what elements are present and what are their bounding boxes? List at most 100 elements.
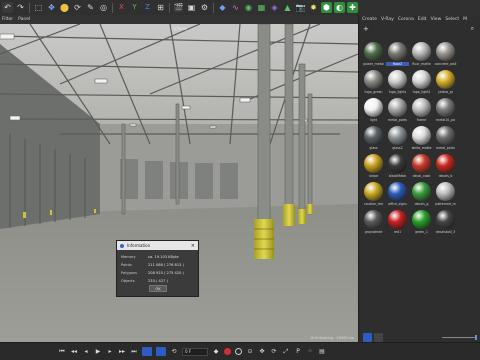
material-swatch[interactable]: red1 bbox=[386, 209, 409, 236]
next-key-icon[interactable]: ▸▸ bbox=[118, 348, 126, 356]
material-swatch[interactable]: fuga_lights bbox=[386, 69, 409, 96]
go-start-icon[interactable]: ⏮ bbox=[58, 348, 66, 356]
viewport[interactable]: Camera Grid Spacing : 10000 cm Informati… bbox=[0, 24, 358, 342]
next-frame-icon[interactable]: ▸ bbox=[106, 348, 114, 356]
ok-button[interactable]: OK bbox=[149, 285, 167, 292]
light-icon[interactable]: ✸ bbox=[308, 2, 319, 13]
menu-filter[interactable]: Filter bbox=[2, 17, 13, 22]
menu-vray[interactable]: V-Ray bbox=[381, 17, 394, 22]
menu-edit[interactable]: Edit bbox=[418, 17, 427, 22]
material-swatch[interactable]: grayadmet bbox=[362, 209, 385, 236]
material-swatch[interactable]: concrete_wall bbox=[434, 41, 457, 68]
material-swatch[interactable]: decalsball_3 bbox=[434, 209, 457, 236]
y-axis-icon[interactable]: Y bbox=[129, 2, 140, 13]
rotate-key-icon[interactable]: ⟳ bbox=[270, 348, 278, 356]
keyframe-icon[interactable]: ◆ bbox=[212, 348, 220, 356]
grid-view-icon[interactable] bbox=[363, 332, 372, 342]
go-end-icon[interactable]: ⏭ bbox=[130, 348, 138, 356]
param-key-icon[interactable]: P bbox=[294, 348, 302, 356]
fps-icon[interactable]: ⟲ bbox=[170, 348, 178, 356]
menu-create[interactable]: Create bbox=[362, 17, 377, 22]
timeline-icon[interactable]: ▤ bbox=[318, 348, 326, 356]
spline-icon[interactable]: ∿ bbox=[230, 2, 241, 13]
material-menu: Create V-Ray Corona Edit View Select M bbox=[359, 15, 480, 24]
material-swatch[interactable]: fluor_matte bbox=[410, 41, 433, 68]
menu-corona[interactable]: Corona bbox=[398, 17, 414, 22]
list-view-icon[interactable] bbox=[374, 332, 383, 342]
material-swatch[interactable]: frame bbox=[410, 97, 433, 124]
material-swatch[interactable]: patterned_m bbox=[434, 181, 457, 208]
prev-frame-icon[interactable]: ◂ bbox=[82, 348, 90, 356]
pen-icon[interactable]: ✎ bbox=[85, 2, 96, 13]
array-icon[interactable]: ▦ bbox=[256, 2, 267, 13]
menu-panel[interactable]: Panel bbox=[18, 17, 30, 22]
autokey-icon[interactable] bbox=[235, 348, 242, 355]
material-swatch[interactable]: fuga_light2 bbox=[410, 69, 433, 96]
material-swatch[interactable]: decals_b bbox=[434, 153, 457, 180]
prev-key-icon[interactable]: ◂◂ bbox=[70, 348, 78, 356]
scale-key-icon[interactable]: ⤢ bbox=[282, 348, 290, 356]
rotate-icon[interactable]: ⟳ bbox=[72, 2, 83, 13]
material-swatch[interactable]: light bbox=[362, 97, 385, 124]
x-axis-icon[interactable]: X bbox=[116, 2, 127, 13]
material-preview bbox=[436, 42, 455, 61]
render-icon[interactable]: 🎬 bbox=[173, 2, 184, 13]
record-icon[interactable] bbox=[224, 348, 231, 355]
point-key-icon[interactable]: ⁘ bbox=[306, 348, 314, 356]
environment-icon[interactable]: ▲ bbox=[282, 2, 293, 13]
cube-icon[interactable]: ◆ bbox=[217, 2, 228, 13]
coords-icon[interactable]: ⊞ bbox=[155, 2, 166, 13]
render-view-icon[interactable]: ▣ bbox=[186, 2, 197, 13]
material-swatch[interactable]: blackMetal bbox=[386, 153, 409, 180]
key-selection-icon[interactable]: ⊙ bbox=[246, 348, 254, 356]
material-swatch[interactable]: decal_cook bbox=[410, 153, 433, 180]
corona-icon[interactable]: ◐ bbox=[334, 2, 345, 13]
material-swatch[interactable]: glass2 bbox=[386, 125, 409, 152]
menu-view[interactable]: View bbox=[431, 17, 442, 22]
material-preview bbox=[436, 210, 455, 229]
vray-icon[interactable]: ✚ bbox=[347, 2, 358, 13]
info-row-memory: Memory ca. 19.103 KByte bbox=[117, 253, 198, 261]
material-swatch[interactable]: office_signs bbox=[386, 181, 409, 208]
move-icon[interactable]: ✥ bbox=[46, 2, 57, 13]
material-swatch[interactable]: metal_parts bbox=[434, 125, 457, 152]
menu-select[interactable]: Select bbox=[445, 17, 459, 22]
material-preview bbox=[388, 154, 407, 173]
play-icon[interactable]: ▶ bbox=[94, 348, 102, 356]
material-swatch[interactable]: glass bbox=[362, 125, 385, 152]
redo-icon[interactable]: ↷ bbox=[15, 2, 26, 13]
select-icon[interactable]: ⬚ bbox=[33, 2, 44, 13]
material-swatch[interactable]: decals_g bbox=[410, 181, 433, 208]
nurbs-icon[interactable]: ◉ bbox=[243, 2, 254, 13]
deformer-icon[interactable]: ◈ bbox=[269, 2, 280, 13]
close-icon[interactable]: × bbox=[191, 243, 195, 249]
add-material-icon[interactable]: + bbox=[363, 25, 369, 33]
material-swatch[interactable]: power_metal bbox=[362, 41, 385, 68]
material-swatch[interactable]: fuga_green bbox=[362, 69, 385, 96]
material-swatch[interactable]: metal10_pa bbox=[434, 97, 457, 124]
material-swatch[interactable]: green_1 bbox=[410, 209, 433, 236]
live-select-icon[interactable]: ◎ bbox=[98, 2, 109, 13]
material-swatch[interactable]: yellow_gr bbox=[434, 69, 457, 96]
material-name: fuga_light2 bbox=[412, 90, 431, 94]
scale-icon[interactable]: ⬤ bbox=[59, 2, 70, 13]
material-swatch[interactable]: metal_parts bbox=[386, 97, 409, 124]
move-key-icon[interactable]: ✥ bbox=[258, 348, 266, 356]
material-name: floor2 bbox=[386, 62, 409, 66]
undo-icon[interactable]: ↶ bbox=[2, 2, 13, 13]
menu-m[interactable]: M bbox=[463, 17, 467, 22]
search-icon[interactable]: ⌕ bbox=[471, 25, 474, 33]
slider-handle[interactable] bbox=[475, 335, 477, 340]
z-axis-icon[interactable]: Z bbox=[142, 2, 153, 13]
material-swatch[interactable]: floor2 bbox=[386, 41, 409, 68]
material-swatch[interactable]: caution_red bbox=[362, 181, 385, 208]
thumbnail-size-slider[interactable] bbox=[442, 337, 476, 338]
material-swatch[interactable]: stripe bbox=[362, 153, 385, 180]
camera-icon[interactable]: 📷 bbox=[295, 2, 306, 13]
tag-icon[interactable]: ⬢ bbox=[321, 2, 332, 13]
material-swatch[interactable]: white_matte bbox=[410, 125, 433, 152]
frame-field[interactable]: 0 F bbox=[182, 347, 208, 356]
preview-range-icon[interactable] bbox=[156, 347, 166, 356]
loop-icon[interactable] bbox=[142, 347, 152, 356]
render-settings-icon[interactable]: ⚙ bbox=[199, 2, 210, 13]
